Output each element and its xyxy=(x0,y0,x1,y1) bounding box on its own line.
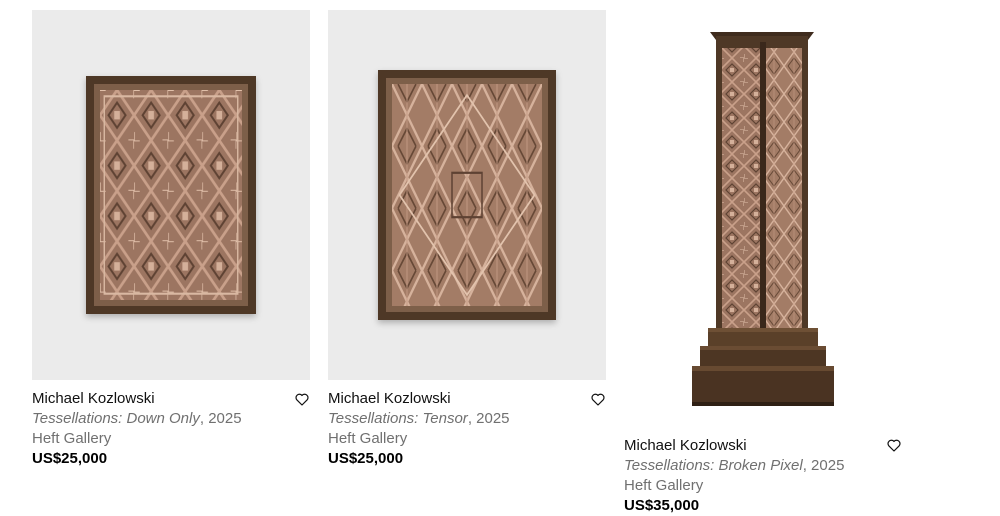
gallery-name[interactable]: Heft Gallery xyxy=(624,476,902,496)
price: US$25,000 xyxy=(32,450,108,467)
price: US$35,000 xyxy=(624,497,700,514)
heart-outline-icon[interactable] xyxy=(294,391,310,407)
gallery-name[interactable]: Heft Gallery xyxy=(328,429,606,449)
artwork-title[interactable]: Tessellations: Down Only xyxy=(32,410,200,427)
artwork-title-line[interactable]: Tessellations: Broken Pixel, 2025 xyxy=(624,456,902,476)
artwork-image[interactable] xyxy=(624,10,902,426)
framed-artwork xyxy=(86,76,256,314)
artist-name[interactable]: Michael Kozlowski xyxy=(328,389,606,409)
artwork-card[interactable]: Michael Kozlowski Tessellations: Broken … xyxy=(624,10,902,516)
artwork-image[interactable] xyxy=(32,10,310,380)
artist-name[interactable]: Michael Kozlowski xyxy=(624,436,902,456)
artwork-title-line[interactable]: Tessellations: Tensor, 2025 xyxy=(328,409,606,429)
artist-name[interactable]: Michael Kozlowski xyxy=(32,389,310,409)
framed-artwork xyxy=(378,70,556,320)
artwork-card[interactable]: Michael Kozlowski Tessellations: Tensor,… xyxy=(328,10,606,469)
artwork-year: , 2025 xyxy=(467,410,510,427)
heart-outline-icon[interactable] xyxy=(590,391,606,407)
gallery-name[interactable]: Heft Gallery xyxy=(32,429,310,449)
artwork-title[interactable]: Tessellations: Tensor xyxy=(328,410,468,427)
pedestal-sculpture xyxy=(692,32,834,406)
artwork-year: , 2025 xyxy=(802,457,845,474)
artwork-year: , 2025 xyxy=(199,410,242,427)
price: US$25,000 xyxy=(328,450,404,467)
artwork-card[interactable]: Michael Kozlowski Tessellations: Down On… xyxy=(32,10,310,469)
artwork-image[interactable] xyxy=(328,10,606,380)
heart-outline-icon[interactable] xyxy=(886,437,902,453)
artwork-title-line[interactable]: Tessellations: Down Only, 2025 xyxy=(32,409,310,429)
artwork-title[interactable]: Tessellations: Broken Pixel xyxy=(624,457,803,474)
